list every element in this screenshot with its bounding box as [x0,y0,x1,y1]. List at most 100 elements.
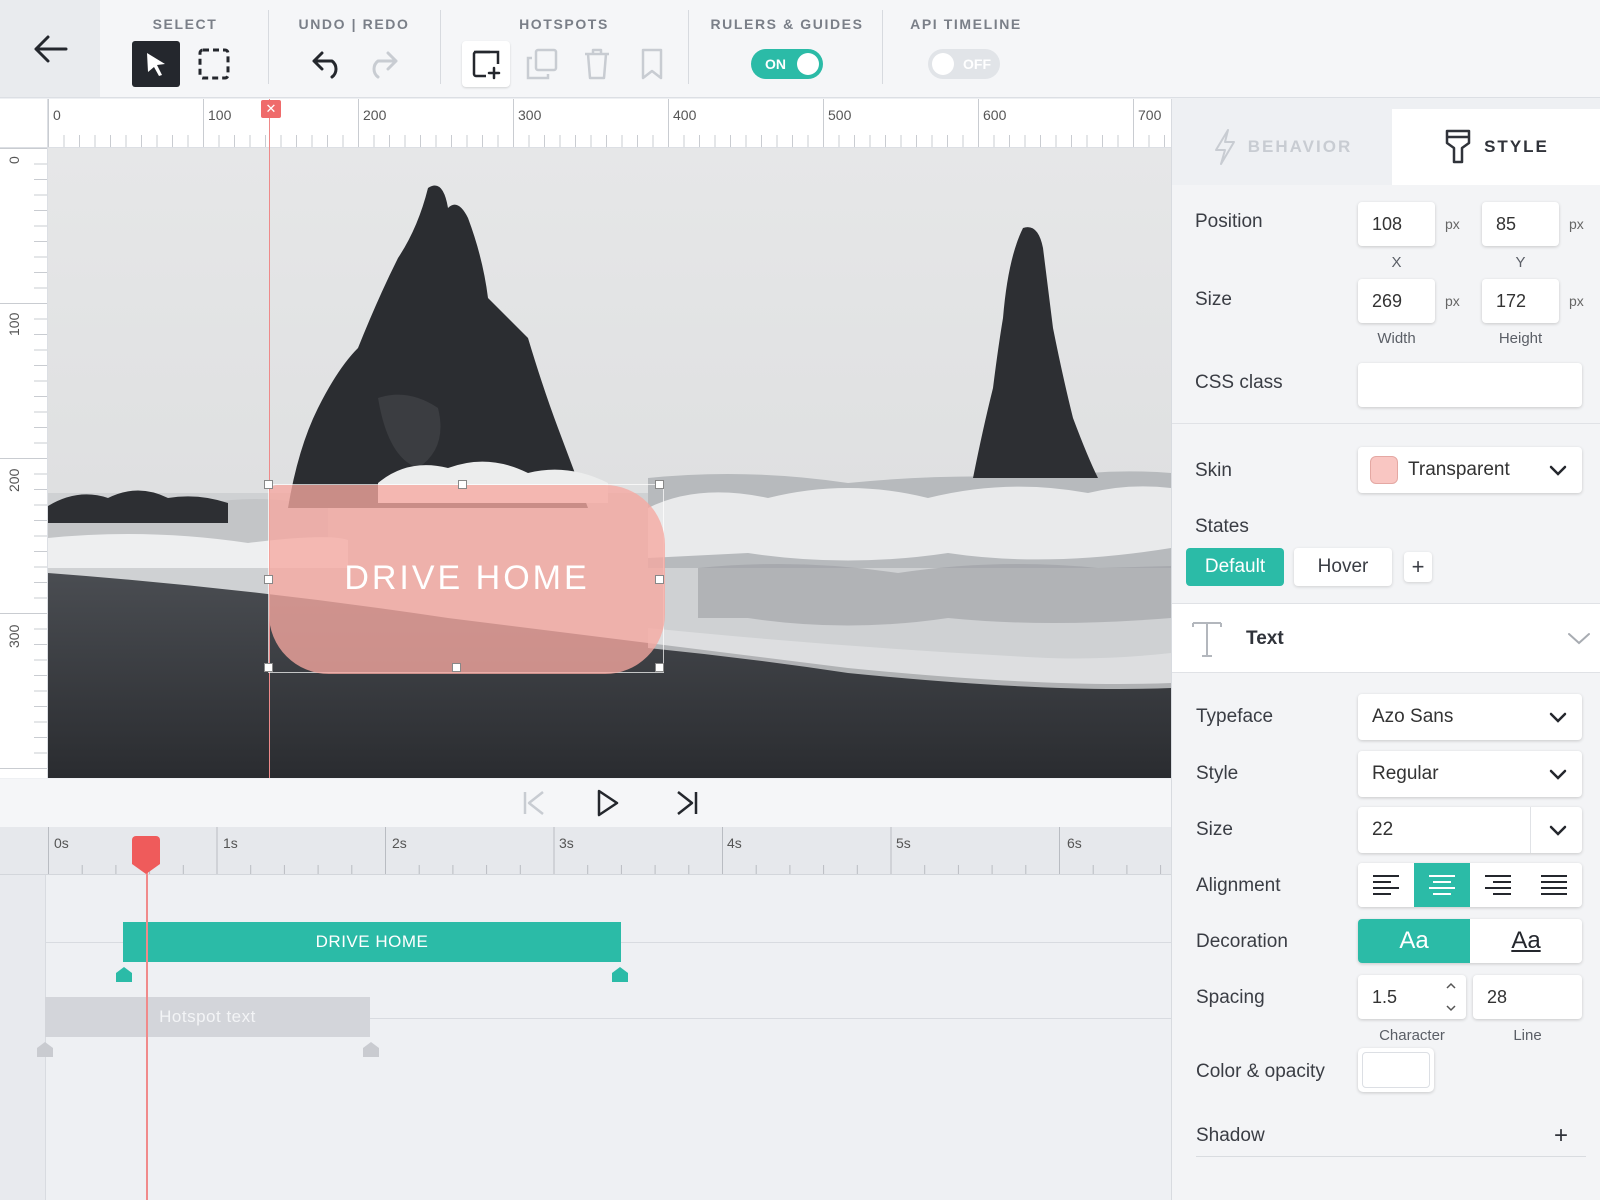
delete-hotspot-button[interactable] [573,41,621,87]
tab-style[interactable]: STYLE [1392,109,1600,185]
rulers-guides-toggle[interactable]: ON [751,49,823,79]
chevron-down-icon [1549,712,1567,723]
timeline-ruler[interactable]: 0s 1s 2s 3s 4s 5s 6s [0,827,1171,875]
redo-icon [372,51,398,79]
state-hover-button[interactable]: Hover [1294,548,1392,586]
line-caption: Line [1513,1027,1542,1044]
timeline-gutter [0,875,46,1200]
resize-handle-bottom-left[interactable] [264,663,273,672]
play-button[interactable] [588,785,628,821]
align-right-button[interactable] [1470,863,1526,907]
ruler-label: 200 [363,107,387,123]
skip-to-start-button[interactable] [514,785,554,821]
color-swatch [1362,1052,1430,1088]
vertical-ruler[interactable]: 0 100 200 300 [0,148,48,778]
position-y-input[interactable] [1482,202,1559,246]
align-justify-button[interactable] [1526,863,1582,907]
resize-handle-left[interactable] [264,575,273,584]
horizontal-ruler[interactable]: 0 100 200 300 400 500 600 700 [48,99,1171,148]
pointer-select-button[interactable] [132,41,180,87]
skin-value: Transparent [1408,459,1510,480]
color-swatch-button[interactable] [1358,1048,1434,1092]
bookmark-icon [641,48,663,80]
cursor-arrow-icon [147,53,165,76]
font-size-select[interactable]: 22 [1358,807,1582,853]
alignment-group [1358,863,1582,907]
height-input[interactable] [1482,279,1559,323]
add-hotspot-icon [472,50,501,80]
toggle-knob [932,53,954,75]
style-label: Style [1196,763,1239,784]
time-label: 0s [54,835,69,851]
css-class-input[interactable] [1358,363,1582,407]
decoration-underline-button[interactable]: Aa [1470,919,1582,963]
bookmark-hotspot-button[interactable] [628,41,676,87]
undo-button[interactable] [304,41,352,87]
resize-handle-top-right[interactable] [655,480,664,489]
ruler-label: 100 [208,107,232,123]
duplicate-hotspot-button[interactable] [518,41,566,87]
playhead-handle[interactable] [132,836,160,874]
text-section-header[interactable]: Text [1172,603,1600,673]
stepper-icon[interactable] [1444,978,1458,1016]
css-class-label: CSS class [1195,372,1283,393]
resize-handle-bottom-right[interactable] [655,663,664,672]
shadow-label: Shadow [1196,1125,1265,1146]
marquee-select-button[interactable] [190,41,238,87]
font-size-label: Size [1196,819,1233,840]
align-right-icon [1485,875,1511,895]
align-left-icon [1373,875,1399,895]
x-caption: X [1391,254,1402,271]
clip-end-marker[interactable] [363,1042,379,1057]
undo-redo-group-label: UNDO | REDO [298,16,410,32]
undo-redo-group: UNDO | REDO [270,0,438,97]
api-timeline-group: API TIMELINE OFF [886,0,1046,97]
editor-canvas[interactable] [48,148,1171,778]
rulers-guides-label: RULERS & GUIDES [710,16,864,32]
alignment-label: Alignment [1196,875,1281,896]
redo-button[interactable] [358,41,406,87]
clip-start-marker[interactable] [116,967,132,982]
lightning-icon [1214,129,1235,165]
state-default-button[interactable]: Default [1186,548,1284,586]
toggle-knob [797,53,819,75]
typeface-select[interactable]: Azo Sans [1358,694,1582,740]
hotspots-group-label: HOTSPOTS [519,16,609,32]
resize-handle-top-left[interactable] [264,480,273,489]
time-label: 3s [559,835,574,851]
character-caption: Character [1379,1027,1445,1044]
add-hotspot-button[interactable] [462,41,510,87]
decoration-none-button[interactable]: Aa [1358,919,1470,963]
timeline-clip-hotspot-text[interactable]: Hotspot text [45,997,370,1037]
resize-handle-right[interactable] [655,575,664,584]
undo-icon [312,51,338,79]
states-label: States [1195,516,1249,537]
remove-guide-button[interactable]: ✕ [261,100,281,118]
resize-handle-bottom[interactable] [452,663,461,672]
position-x-input[interactable] [1358,202,1435,246]
api-timeline-toggle[interactable]: OFF [928,49,1000,79]
typography-section: Typeface Azo Sans Style Regular Size 22 … [1172,674,1600,1200]
time-label: 1s [223,835,238,851]
tab-behavior[interactable]: BEHAVIOR [1172,109,1392,185]
font-style-select[interactable]: Regular [1358,751,1582,797]
align-center-button[interactable] [1414,863,1470,907]
add-shadow-button[interactable]: + [1554,1122,1568,1150]
marquee-select-icon [198,48,230,80]
vertical-guide-line[interactable] [269,99,270,778]
width-input[interactable] [1358,279,1435,323]
resize-handle-top[interactable] [458,480,467,489]
skip-to-end-button[interactable] [667,785,707,821]
properties-panel: BEHAVIOR STYLE Position px px X Y Size p… [1171,99,1600,1200]
clip-start-marker[interactable] [37,1042,53,1057]
tab-style-label: STYLE [1484,137,1549,156]
ruler-label: 100 [6,312,22,336]
hotspot-drive-home[interactable]: DRIVE HOME [264,480,665,674]
clip-end-marker[interactable] [612,967,628,982]
line-spacing-input[interactable] [1473,975,1582,1019]
back-button[interactable] [0,0,100,97]
skin-select[interactable]: Transparent [1358,447,1582,493]
timeline-clip-drive-home[interactable]: DRIVE HOME [123,922,621,962]
align-left-button[interactable] [1358,863,1414,907]
add-state-button[interactable]: + [1404,552,1432,582]
